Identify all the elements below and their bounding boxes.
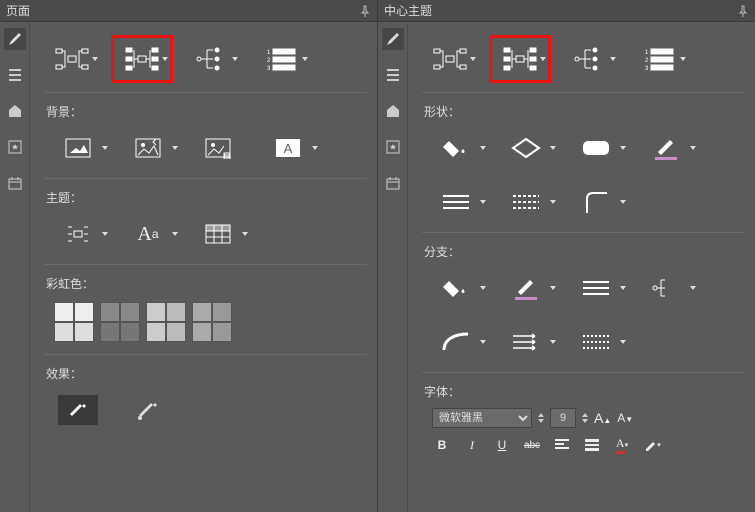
- page-panel-title: 页面: [6, 2, 30, 19]
- effect-pen-dark[interactable]: [54, 392, 102, 428]
- swatch-3[interactable]: [146, 302, 186, 342]
- tab-list[interactable]: [382, 64, 404, 86]
- highlight-icon[interactable]: ▾: [642, 436, 662, 454]
- branch-label: 分支：: [424, 243, 745, 260]
- layout-right[interactable]: [184, 38, 240, 80]
- font-color-icon[interactable]: A▾: [612, 436, 632, 454]
- theme-structure[interactable]: [54, 216, 102, 252]
- branch-fill[interactable]: [432, 270, 480, 306]
- font-size-input[interactable]: [550, 408, 576, 428]
- page-panel: 页面 1 2 3 背景： A: [0, 0, 377, 512]
- tab-home[interactable]: [382, 100, 404, 122]
- layout-numbered[interactable]: 1 2 3: [254, 38, 310, 80]
- shape-diamond[interactable]: [502, 130, 550, 166]
- fill-color[interactable]: [432, 130, 480, 166]
- branch-tools: [422, 264, 745, 366]
- svg-text:2: 2: [645, 58, 649, 64]
- svg-text:1: 1: [645, 50, 649, 56]
- font-shrink[interactable]: A▼: [617, 411, 633, 425]
- line-solid[interactable]: [432, 184, 480, 220]
- align-dist-icon[interactable]: [582, 436, 602, 454]
- svg-text:3: 3: [645, 66, 649, 71]
- layout-numbered[interactable]: 1 2 3: [632, 38, 688, 80]
- font-family-select[interactable]: 微软雅黑: [432, 408, 532, 428]
- pin-icon[interactable]: [359, 5, 371, 17]
- svg-text:1: 1: [267, 50, 271, 56]
- background-label: 背景：: [46, 103, 367, 120]
- rainbow-swatches: [44, 296, 367, 348]
- branch-lines[interactable]: [572, 270, 620, 306]
- topic-content: 1 2 3 形状： 分支：: [408, 22, 755, 512]
- swatch-2[interactable]: [100, 302, 140, 342]
- align-left-icon[interactable]: [552, 436, 572, 454]
- theme-font[interactable]: Aa: [124, 216, 172, 252]
- pin-icon[interactable]: [737, 5, 749, 17]
- topic-panel-title: 中心主题: [384, 2, 432, 19]
- bg-text[interactable]: A: [264, 130, 312, 166]
- tab-calendar[interactable]: [4, 172, 26, 194]
- layout-row: 1 2 3: [44, 32, 367, 86]
- topic-panel-titlebar: 中心主题: [378, 0, 755, 22]
- svg-text:2: 2: [267, 58, 271, 64]
- font-family-stepper[interactable]: [538, 413, 544, 423]
- branch-line-color[interactable]: [502, 270, 550, 306]
- font-grow[interactable]: A▲: [594, 410, 611, 426]
- corner-radius[interactable]: [572, 184, 620, 220]
- line-color[interactable]: [642, 130, 690, 166]
- background-tools: A: [44, 124, 367, 172]
- tab-calendar[interactable]: [382, 172, 404, 194]
- left-sidetabs: [0, 22, 30, 512]
- theme-table[interactable]: [194, 216, 242, 252]
- strike-button[interactable]: abc: [522, 436, 542, 454]
- bg-delete[interactable]: [194, 130, 242, 166]
- tab-star[interactable]: [382, 136, 404, 158]
- theme-tools: Aa: [44, 210, 367, 258]
- effect-pen-light[interactable]: [124, 392, 172, 428]
- font-controls: 微软雅黑 A▲ A▼: [422, 404, 745, 436]
- italic-button[interactable]: I: [462, 436, 482, 454]
- tab-home[interactable]: [4, 100, 26, 122]
- tab-brush[interactable]: [382, 28, 404, 50]
- shape-label: 形状：: [424, 103, 745, 120]
- layout-radial[interactable]: [114, 38, 170, 80]
- topic-panel: 中心主题 1 2 3 形状：: [377, 0, 755, 512]
- branch-connector[interactable]: [642, 270, 690, 306]
- underline-button[interactable]: U: [492, 436, 512, 454]
- theme-label: 主题：: [46, 189, 367, 206]
- page-content: 1 2 3 背景： A 主题： Aa 彩虹色：: [30, 22, 377, 512]
- swatch-4[interactable]: [192, 302, 232, 342]
- svg-text:3: 3: [267, 66, 271, 71]
- page-panel-titlebar: 页面: [0, 0, 377, 22]
- tab-star[interactable]: [4, 136, 26, 158]
- layout-right[interactable]: [562, 38, 618, 80]
- line-dashed[interactable]: [502, 184, 550, 220]
- branch-dashed[interactable]: [572, 324, 620, 360]
- bg-fill[interactable]: [54, 130, 102, 166]
- swatch-1[interactable]: [54, 302, 94, 342]
- branch-curve[interactable]: [432, 324, 480, 360]
- effect-label: 效果：: [46, 365, 367, 382]
- right-sidetabs: [378, 22, 408, 512]
- svg-text:A: A: [284, 141, 293, 156]
- effect-tools: [44, 386, 367, 434]
- branch-arrows[interactable]: [502, 324, 550, 360]
- shape-rounded[interactable]: [572, 130, 620, 166]
- layout-radial[interactable]: [492, 38, 548, 80]
- rainbow-label: 彩虹色：: [46, 275, 367, 292]
- shape-tools: [422, 124, 745, 226]
- font-label: 字体：: [424, 383, 745, 400]
- bg-image[interactable]: [124, 130, 172, 166]
- layout-symmetric[interactable]: [44, 38, 100, 80]
- font-size-stepper[interactable]: [582, 413, 588, 423]
- format-row: B I U abc A▾ ▾: [422, 436, 745, 454]
- layout-symmetric[interactable]: [422, 38, 478, 80]
- tab-brush[interactable]: [4, 28, 26, 50]
- layout-row: 1 2 3: [422, 32, 745, 86]
- bold-button[interactable]: B: [432, 436, 452, 454]
- tab-list[interactable]: [4, 64, 26, 86]
